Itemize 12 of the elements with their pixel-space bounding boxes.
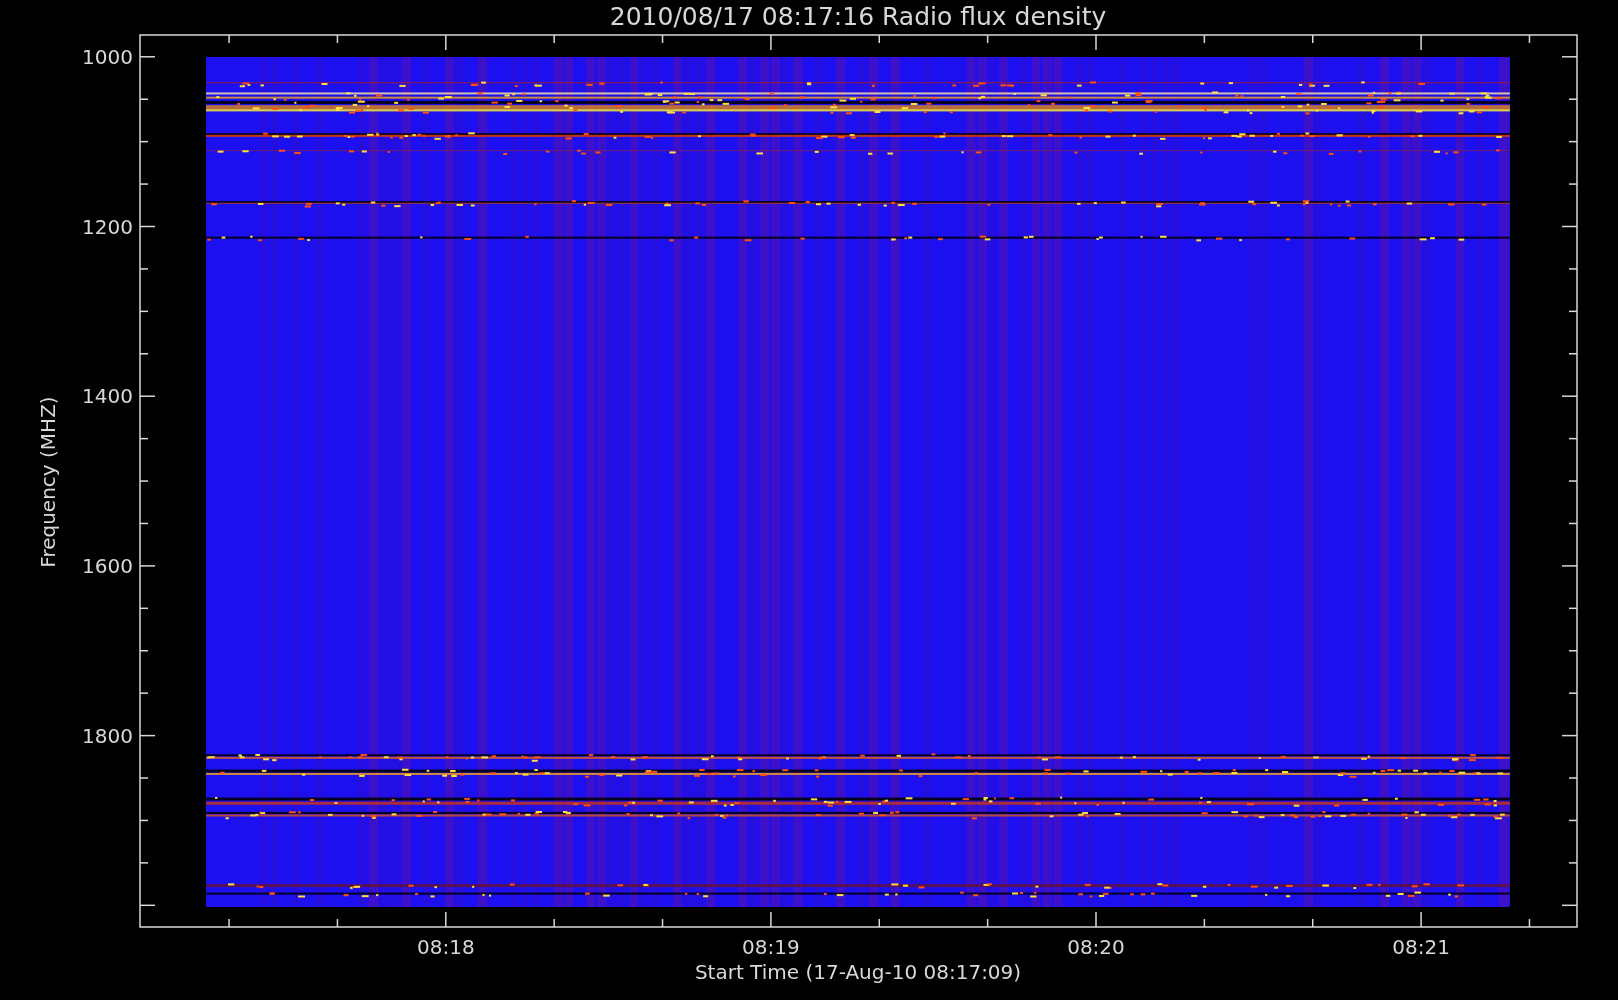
x-tick-label: 08:18 [417,935,475,959]
y-tick-label: 1400 [82,384,133,409]
y-tick-label: 1600 [82,553,133,578]
x-axis-label: Start Time (17-Aug-10 08:17:09) [694,960,1022,984]
y-tick-label: 1800 [82,723,133,748]
y-tick-label: 1200 [82,214,133,239]
x-tick-label: 08:20 [1067,935,1125,959]
x-tick-label: 08:21 [1392,935,1450,959]
x-tick-label: 08:19 [742,935,800,959]
plot-title: 2010/08/17 08:17:16 Radio flux density [609,2,1107,31]
y-tick-label: 1000 [82,44,133,69]
y-axis-label: Frequency (MHZ) [36,396,60,568]
